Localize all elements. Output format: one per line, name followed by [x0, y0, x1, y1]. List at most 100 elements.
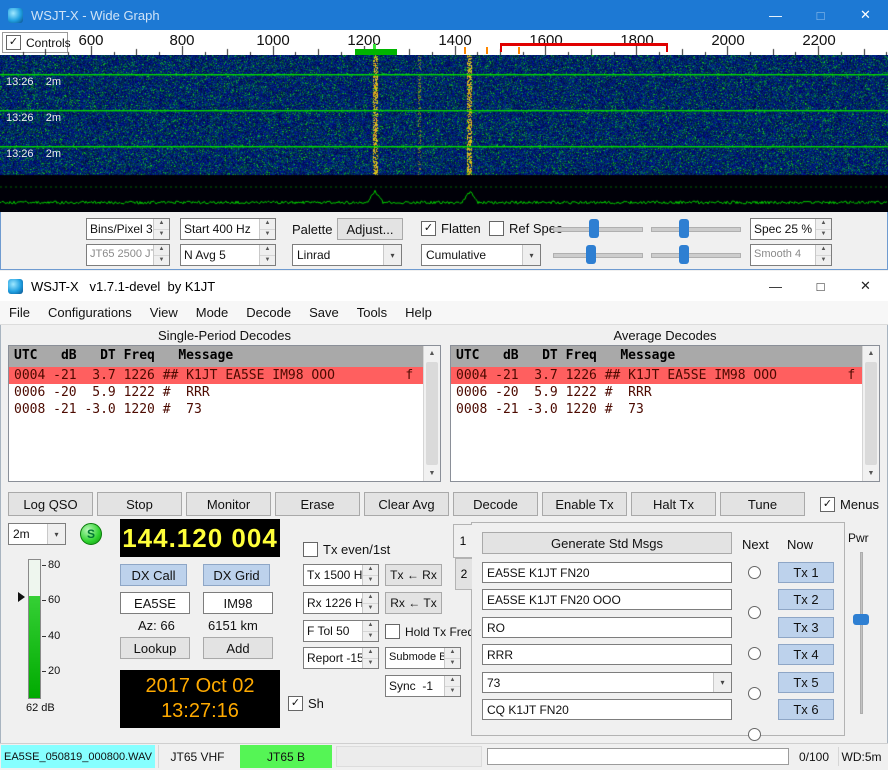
chevron-down-icon[interactable]: ▾: [47, 524, 65, 544]
zero2-slider[interactable]: [651, 244, 741, 266]
tx4-message-field[interactable]: RRR: [482, 644, 732, 665]
spin-up-icon[interactable]: ▲: [260, 245, 275, 256]
tx3-now-button[interactable]: Tx 3: [778, 617, 834, 638]
ftol-spinbox[interactable]: F Tol 50 ▲▼: [303, 620, 379, 642]
spin-down-icon[interactable]: ▼: [363, 632, 378, 642]
gain-slider[interactable]: [553, 218, 643, 240]
tx1-now-button[interactable]: Tx 1: [778, 562, 834, 583]
menu-view[interactable]: View: [141, 301, 187, 324]
spin-down-icon[interactable]: ▼: [816, 256, 831, 266]
rx-from-tx-button[interactable]: Rx ← Tx: [385, 592, 442, 614]
spin-arrows[interactable]: ▲▼: [362, 621, 378, 641]
dx-call-button[interactable]: DX Call: [120, 564, 187, 586]
tx2-message-field[interactable]: EA5SE K1JT FN20 OOO: [482, 589, 732, 610]
tx6-message-field[interactable]: CQ K1JT FN20: [482, 699, 732, 720]
flatten-checkbox[interactable]: ✓ Flatten: [421, 221, 481, 236]
minimize-button[interactable]: —: [753, 271, 798, 301]
spin-down-icon[interactable]: ▼: [445, 659, 460, 669]
spin-down-icon[interactable]: ▼: [363, 576, 378, 586]
tab-1[interactable]: 1: [453, 524, 472, 558]
sh-checkbox[interactable]: ✓ Sh: [288, 696, 324, 711]
rx-freq-spinbox[interactable]: Rx 1226 Hz ▲▼: [303, 592, 379, 614]
band-combobox[interactable]: 2m ▾: [8, 523, 66, 545]
spin-arrows[interactable]: ▲▼: [259, 219, 275, 239]
dx-call-field[interactable]: EA5SE: [120, 592, 190, 614]
scroll-down-icon[interactable]: ▼: [863, 466, 879, 481]
spin-down-icon[interactable]: ▼: [260, 230, 275, 240]
decode-row[interactable]: 0008 -21 -3.0 1220 # 73: [9, 401, 424, 418]
close-button[interactable]: ✕: [843, 0, 888, 30]
log-qso-button[interactable]: Log QSO: [8, 492, 93, 516]
dx-grid-field[interactable]: IM98: [203, 592, 273, 614]
tx-freq-spinbox[interactable]: Tx 1500 Hz ▲▼: [303, 564, 379, 586]
scroll-up-icon[interactable]: ▲: [424, 346, 440, 361]
spin-down-icon[interactable]: ▼: [816, 230, 831, 240]
tx3-next-radio[interactable]: [748, 647, 761, 660]
spin-arrows[interactable]: ▲▼: [362, 648, 378, 668]
monitor-button[interactable]: Monitor: [186, 492, 271, 516]
tab-2[interactable]: 2: [455, 558, 472, 590]
rig-status-indicator[interactable]: S: [80, 523, 102, 545]
maximize-button[interactable]: □: [798, 271, 843, 301]
scroll-up-icon[interactable]: ▲: [863, 346, 879, 361]
spin-up-icon[interactable]: ▲: [816, 219, 831, 230]
spin-down-icon[interactable]: ▼: [363, 604, 378, 614]
slider-handle[interactable]: [679, 219, 689, 238]
spin-arrows[interactable]: ▲▼: [444, 676, 460, 696]
palette-combobox[interactable]: Linrad ▾: [292, 244, 402, 266]
spin-up-icon[interactable]: ▲: [154, 245, 169, 256]
vertical-scrollbar[interactable]: ▲ ▼: [423, 346, 440, 481]
spin-up-icon[interactable]: ▲: [363, 648, 378, 659]
decode-row[interactable]: 0004 -21 3.7 1226 ## K1JT EA5SE IM98 OOO…: [451, 367, 863, 384]
menu-tools[interactable]: Tools: [348, 301, 396, 324]
menu-save[interactable]: Save: [300, 301, 348, 324]
close-button[interactable]: ✕: [843, 271, 888, 301]
scrollbar-thumb[interactable]: [426, 362, 438, 465]
slider-handle[interactable]: [586, 245, 596, 264]
chevron-down-icon[interactable]: ▾: [383, 245, 401, 265]
add-button[interactable]: Add: [203, 637, 273, 659]
spin-up-icon[interactable]: ▲: [363, 565, 378, 576]
smooth-spinbox[interactable]: Smooth 4 ▲▼: [750, 244, 832, 266]
lookup-button[interactable]: Lookup: [120, 637, 190, 659]
tx3-message-field[interactable]: RO: [482, 617, 732, 638]
tx1-message-field[interactable]: EA5SE K1JT FN20: [482, 562, 732, 583]
pwr-slider-track[interactable]: [860, 552, 863, 714]
generate-std-msgs-button[interactable]: Generate Std Msgs: [482, 532, 732, 554]
chevron-down-icon[interactable]: ▾: [713, 673, 731, 692]
enable-tx-button[interactable]: Enable Tx: [542, 492, 627, 516]
spin-up-icon[interactable]: ▲: [363, 593, 378, 604]
tx2-now-button[interactable]: Tx 2: [778, 589, 834, 610]
spin-up-icon[interactable]: ▲: [816, 245, 831, 256]
decode-button[interactable]: Decode: [453, 492, 538, 516]
tune-button[interactable]: Tune: [720, 492, 805, 516]
gain2-slider[interactable]: [553, 244, 643, 266]
spectrum-type-combobox[interactable]: Cumulative ▾: [421, 244, 541, 266]
spin-down-icon[interactable]: ▼: [445, 687, 460, 697]
spin-arrows[interactable]: ▲▼: [815, 245, 831, 265]
spin-up-icon[interactable]: ▲: [260, 219, 275, 230]
report-spinbox[interactable]: Report -15 ▲▼: [303, 647, 379, 669]
adjust-button[interactable]: Adjust...: [337, 218, 403, 240]
stop-button[interactable]: Stop: [97, 492, 182, 516]
decode-row[interactable]: 0006 -20 5.9 1222 # RRR: [451, 384, 863, 401]
chevron-down-icon[interactable]: ▾: [522, 245, 540, 265]
decode-row[interactable]: 0006 -20 5.9 1222 # RRR: [9, 384, 424, 401]
tx5-message-combobox[interactable]: 73 ▾: [482, 672, 732, 693]
decode-row[interactable]: 0008 -21 -3.0 1220 # 73: [451, 401, 863, 418]
spin-down-icon[interactable]: ▼: [154, 256, 169, 266]
tx5-next-radio[interactable]: [748, 728, 761, 741]
submode-spinbox[interactable]: Submode B ▲▼: [385, 647, 461, 669]
bins-per-pixel-spinbox[interactable]: Bins/Pixel 3 ▲▼: [86, 218, 170, 240]
scrollbar-thumb[interactable]: [865, 362, 877, 465]
vertical-scrollbar[interactable]: ▲ ▼: [862, 346, 879, 481]
maximize-button[interactable]: □: [798, 0, 843, 30]
tx-from-rx-button[interactable]: Tx ← Rx: [385, 564, 442, 586]
menu-mode[interactable]: Mode: [187, 301, 238, 324]
dx-grid-button[interactable]: DX Grid: [203, 564, 270, 586]
sync-spinbox[interactable]: Sync -1 ▲▼: [385, 675, 461, 697]
spin-down-icon[interactable]: ▼: [363, 659, 378, 669]
menu-help[interactable]: Help: [396, 301, 441, 324]
spin-arrows[interactable]: ▲▼: [259, 245, 275, 265]
menus-checkbox[interactable]: ✓ Menus: [820, 497, 879, 512]
